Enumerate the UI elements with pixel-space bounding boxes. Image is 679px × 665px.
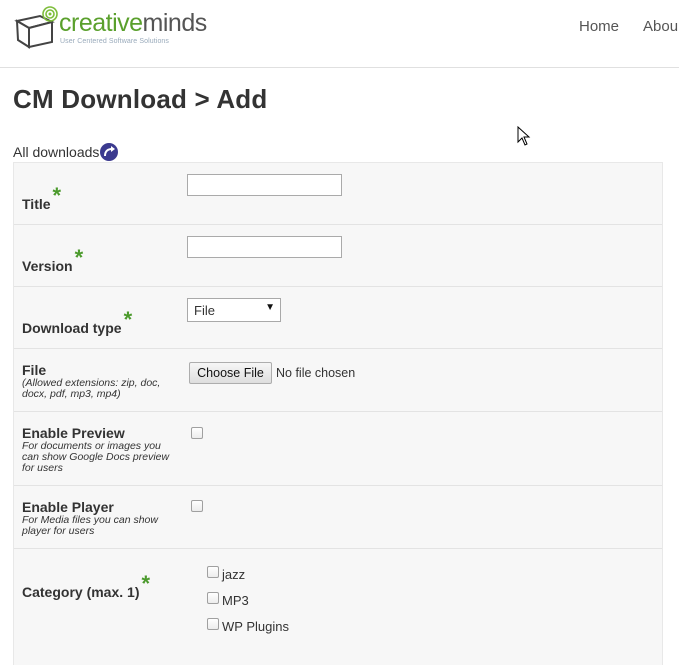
category-checkbox-jazz[interactable] [207, 566, 219, 578]
nav-about[interactable]: Abou [643, 18, 678, 35]
main-nav: Home Abou [579, 18, 679, 35]
enable-player-hint: For Media files you can show player for … [22, 514, 158, 537]
required-star: * [52, 183, 62, 208]
dropdown-arrow-icon: ▼ [265, 302, 275, 313]
site-header: creativeminds User Centered Software Sol… [0, 0, 679, 68]
category-checkbox-wp-plugins[interactable] [207, 618, 219, 630]
category-option-wp-plugins[interactable]: WP Plugins [222, 619, 289, 634]
category-label: Category (max. 1)* [22, 571, 151, 600]
logo-tagline: User Centered Software Solutions [60, 38, 170, 45]
logo-wordmark: creativeminds [59, 9, 207, 37]
creativeminds-logo[interactable]: creativeminds User Centered Software Sol… [14, 6, 207, 50]
choose-file-button[interactable]: Choose File [189, 362, 272, 384]
enable-preview-hint: For documents or images you can show Goo… [22, 440, 170, 474]
title-input[interactable] [187, 174, 342, 196]
enable-player-row: Enable Player For Media files you can sh… [14, 486, 662, 549]
logo-minds: minds [142, 9, 208, 37]
add-download-form: Title* Version* Download type* File ▼ Fi… [13, 162, 663, 665]
download-type-row: Download type* File ▼ [14, 287, 662, 349]
page-title: CM Download > Add [13, 84, 268, 114]
logo-creative: creative [59, 9, 143, 37]
file-hint: (Allowed extensions: zip, doc, docx, pdf… [22, 377, 161, 400]
download-type-label: Download type* [22, 307, 133, 336]
title-row: Title* [14, 163, 662, 225]
title-label: Title* [22, 183, 62, 212]
download-type-value: File [194, 303, 215, 318]
enable-preview-checkbox[interactable] [191, 427, 203, 439]
required-star: * [141, 571, 151, 596]
cube-logo-icon [14, 6, 58, 49]
category-option-mp3[interactable]: MP3 [222, 593, 249, 608]
category-option-jazz[interactable]: jazz [222, 567, 245, 582]
version-label: Version* [22, 245, 84, 274]
required-star: * [123, 307, 133, 332]
version-row: Version* [14, 225, 662, 287]
mouse-cursor-icon [517, 126, 531, 146]
enable-preview-label: Enable Preview [22, 425, 125, 441]
required-star: * [74, 245, 84, 270]
file-row: File (Allowed extensions: zip, doc, docx… [14, 349, 662, 412]
nav-home[interactable]: Home [579, 18, 619, 35]
all-downloads-link[interactable]: All downloads [13, 143, 119, 161]
file-label: File [22, 362, 47, 378]
enable-player-checkbox[interactable] [191, 500, 203, 512]
all-downloads-label: All downloads [13, 144, 100, 160]
file-status: No file chosen [276, 366, 356, 380]
category-row: Category (max. 1)* jazz MP3 WP Plugins [14, 549, 662, 665]
return-arrow-icon[interactable] [100, 143, 119, 161]
version-input[interactable] [187, 236, 342, 258]
enable-player-label: Enable Player [22, 499, 114, 515]
category-checkbox-mp3[interactable] [207, 592, 219, 604]
download-type-select[interactable]: File ▼ [187, 298, 281, 322]
enable-preview-row: Enable Preview For documents or images y… [14, 412, 662, 486]
